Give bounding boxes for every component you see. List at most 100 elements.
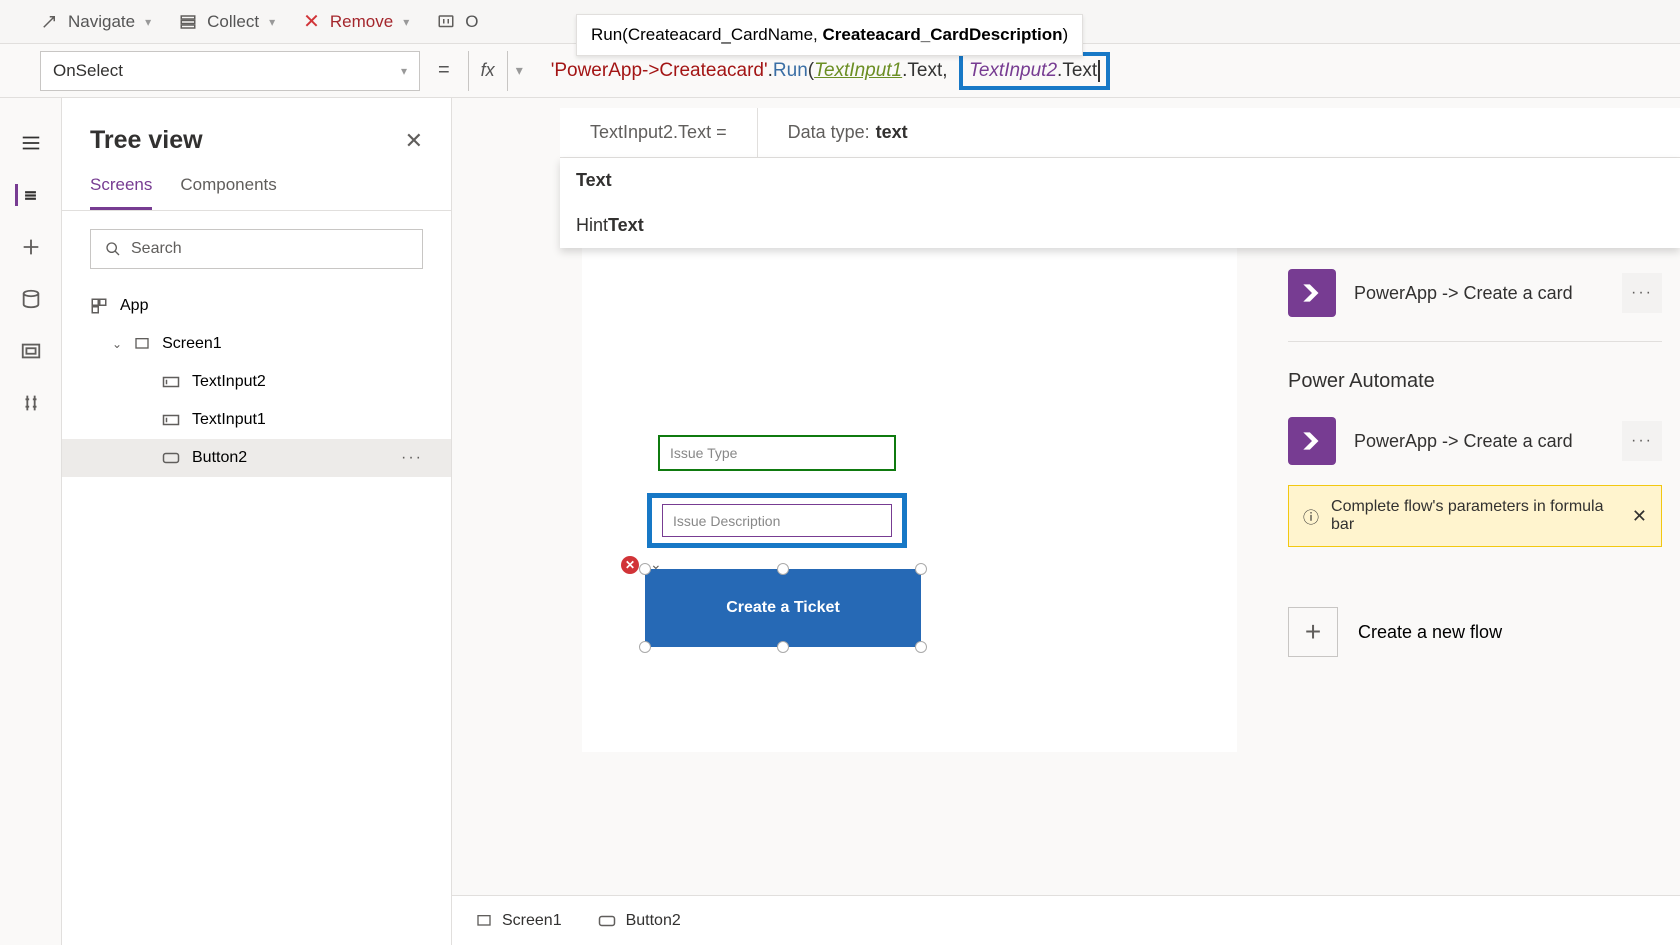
formula-text2: .Text: [1057, 60, 1097, 82]
formula-flow-name: 'PowerApp->Createacard': [551, 60, 768, 82]
screen-icon: [134, 336, 150, 352]
formula-ref2: TextInput2: [969, 60, 1057, 82]
fx-expand[interactable]: ▾: [508, 62, 531, 79]
tree-view-icon[interactable]: [15, 184, 37, 206]
power-automate-title: Power Automate: [1288, 370, 1662, 393]
property-select[interactable]: OnSelect ▾: [40, 51, 420, 91]
tools-icon[interactable]: [20, 392, 42, 414]
ti1-label: TextInput1: [192, 411, 266, 429]
chevron-down-icon: ▾: [403, 15, 409, 29]
tree-header: Tree view ✕: [62, 98, 451, 167]
tree-node-button2[interactable]: Button2 ···: [62, 439, 451, 477]
selection-chevron-icon[interactable]: ⌄: [650, 556, 662, 573]
search-placeholder: Search: [131, 240, 182, 258]
resize-handle[interactable]: [915, 563, 927, 575]
property-value: OnSelect: [53, 61, 123, 81]
chevron-down-icon: ▾: [269, 15, 275, 29]
tree-view-panel: Tree view ✕ Screens Components Search Ap…: [62, 98, 452, 945]
canvas-button-selection[interactable]: ✕ ⌄ Create a Ticket: [645, 569, 921, 647]
flow-label: PowerApp -> Create a card: [1354, 283, 1604, 304]
flow-icon: [1288, 269, 1336, 317]
action-label: O: [465, 12, 478, 32]
resize-handle[interactable]: [915, 641, 927, 653]
resize-handle[interactable]: [639, 563, 651, 575]
textinput-icon: [162, 375, 180, 389]
more-icon[interactable]: ···: [1622, 273, 1662, 313]
warning-banner: ⓘ Complete flow's parameters in formula …: [1288, 485, 1662, 547]
breadcrumb-button[interactable]: Button2: [598, 912, 681, 930]
left-rail: [0, 98, 62, 945]
navigate-icon: [40, 13, 58, 31]
data-icon[interactable]: [20, 288, 42, 310]
formula-tooltip: Run(Createacard_CardName, Createacard_Ca…: [576, 14, 1083, 56]
tree-node-screen1[interactable]: ⌄ Screen1: [62, 325, 451, 363]
canvas-textinput2[interactable]: Issue Description: [662, 504, 892, 537]
insert-icon[interactable]: [20, 236, 42, 258]
remove-menu[interactable]: ✕ Remove ▾: [303, 9, 409, 34]
tree-nodes: App ⌄ Screen1 TextInput2 TextInput1 Butt…: [62, 287, 451, 477]
formula-comma: ,: [942, 60, 947, 82]
right-panel: PowerApp -> Create a card ··· Power Auto…: [1270, 245, 1680, 895]
resize-handle[interactable]: [777, 641, 789, 653]
equals-sign: =: [420, 59, 468, 82]
tooltip-prefix: Run(Createacard_CardName,: [591, 25, 823, 44]
flow-card-automate[interactable]: PowerApp -> Create a card ···: [1288, 411, 1662, 471]
more-icon[interactable]: ···: [1622, 421, 1662, 461]
bc-button-label: Button2: [626, 912, 681, 930]
warning-text: Complete flow's parameters in formula ba…: [1331, 498, 1620, 534]
input1-placeholder: Issue Type: [670, 445, 737, 461]
datatype-label: Data type:: [788, 122, 870, 143]
cursor: [1098, 60, 1100, 82]
formula-run: Run: [773, 60, 808, 82]
ac-opt2-bold: Text: [608, 215, 644, 235]
autocomplete-item-hinttext[interactable]: HintText: [560, 203, 1680, 248]
close-icon[interactable]: ✕: [1632, 506, 1647, 527]
plus-icon: +: [1288, 607, 1338, 657]
app-label: App: [120, 297, 148, 315]
search-input[interactable]: Search: [90, 229, 423, 269]
tab-screens[interactable]: Screens: [90, 167, 152, 210]
canvas-textinput1[interactable]: Issue Type: [658, 435, 896, 471]
bc-screen-label: Screen1: [502, 912, 562, 930]
chevron-down-icon: ▾: [145, 15, 151, 29]
more-icon[interactable]: ···: [401, 449, 423, 467]
media-icon[interactable]: [20, 340, 42, 362]
resize-handle[interactable]: [639, 641, 651, 653]
canvas-screen[interactable]: Issue Type Issue Description ✕ ⌄ Create …: [582, 235, 1237, 752]
create-ticket-button[interactable]: Create a Ticket: [645, 569, 921, 647]
navigate-label: Navigate: [68, 12, 135, 32]
chevron-down-icon: ⌄: [112, 337, 122, 351]
result-expr-text: TextInput2.Text =: [590, 122, 727, 143]
formula-input[interactable]: 'PowerApp->Createacard'.Run(TextInput1.T…: [531, 52, 1640, 90]
screen-label: Screen1: [162, 335, 222, 353]
tree-tabs: Screens Components: [62, 167, 451, 211]
button-icon: [162, 451, 180, 465]
fx-button[interactable]: fx: [468, 51, 508, 91]
hamburger-icon[interactable]: [20, 132, 42, 154]
tab-components[interactable]: Components: [180, 167, 276, 210]
close-icon[interactable]: ✕: [405, 128, 423, 154]
breadcrumb-screen[interactable]: Screen1: [476, 912, 562, 930]
ac-opt1: Text: [576, 170, 612, 190]
tree-node-textinput2[interactable]: TextInput2: [62, 363, 451, 401]
action-truncated[interactable]: O: [437, 12, 478, 32]
autocomplete-item-text[interactable]: Text: [560, 158, 1680, 203]
tree-title: Tree view: [90, 126, 203, 155]
flow-label: PowerApp -> Create a card: [1354, 431, 1604, 452]
input2-placeholder: Issue Description: [673, 513, 780, 529]
tree-node-app[interactable]: App: [62, 287, 451, 325]
error-icon[interactable]: ✕: [621, 556, 639, 574]
resize-handle[interactable]: [777, 563, 789, 575]
breadcrumb: Screen1 Button2: [452, 895, 1680, 945]
navigate-menu[interactable]: Navigate ▾: [40, 12, 151, 32]
create-new-flow[interactable]: + Create a new flow: [1288, 607, 1662, 657]
datatype-value: text: [876, 122, 908, 143]
screen-icon: [476, 913, 492, 929]
tooltip-suffix: ): [1062, 25, 1068, 44]
flow-card-top[interactable]: PowerApp -> Create a card ···: [1288, 263, 1662, 323]
tree-node-textinput1[interactable]: TextInput1: [62, 401, 451, 439]
collect-label: Collect: [207, 12, 259, 32]
collect-menu[interactable]: Collect ▾: [179, 12, 275, 32]
formula-highlight: TextInput2.Text: [959, 52, 1110, 90]
info-icon: ⓘ: [1303, 504, 1319, 528]
